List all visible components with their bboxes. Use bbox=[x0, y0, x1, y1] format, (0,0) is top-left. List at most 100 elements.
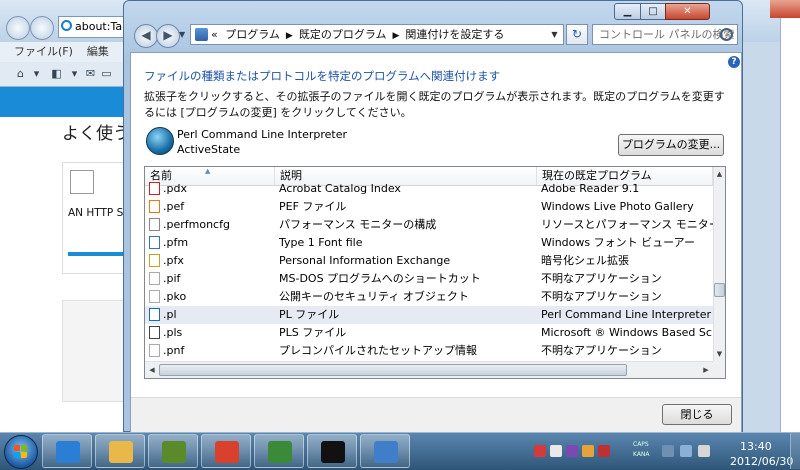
scroll-up-icon[interactable]: ▲ bbox=[714, 168, 725, 180]
tray-app-icon[interactable] bbox=[566, 445, 578, 457]
row-description: PEF ファイル bbox=[279, 200, 347, 213]
clock-date[interactable]: 2012/06/30 bbox=[730, 455, 793, 468]
help-icon[interactable]: ? bbox=[728, 56, 740, 68]
list-item[interactable]: .pl PL ファイル Perl Command Line Interpreter bbox=[145, 306, 713, 324]
list-item[interactable]: .pif MS-DOS プログラムへのショートカット 不明なアプリケーション bbox=[145, 270, 713, 288]
row-extension: .pfx bbox=[163, 254, 184, 267]
close-window-button[interactable]: ✕ bbox=[665, 3, 710, 20]
row-description: Acrobat Catalog Index bbox=[279, 182, 401, 195]
volume-icon[interactable] bbox=[680, 445, 692, 457]
breadcrumb-item-set-associations[interactable]: 関連付けを設定する bbox=[405, 28, 504, 41]
home-icon[interactable]: ⌂ bbox=[14, 67, 27, 80]
taskbar-item-messenger[interactable] bbox=[254, 434, 304, 468]
list-item[interactable]: .pef PEF ファイル Windows Live Photo Gallery bbox=[145, 198, 713, 216]
show-desktop-button[interactable] bbox=[790, 433, 800, 469]
print-icon[interactable]: ▭ bbox=[100, 67, 113, 80]
start-button[interactable] bbox=[4, 435, 38, 469]
breadcrumb-overflow[interactable]: « bbox=[211, 28, 218, 41]
current-program-vendor: ActiveState bbox=[177, 143, 241, 156]
recent-pages-chevron-icon[interactable]: ▼ bbox=[179, 30, 185, 39]
maximize-button[interactable]: □ bbox=[640, 3, 666, 20]
scrollbar-corner bbox=[713, 361, 725, 378]
row-current-program: Windows フォント ビューアー bbox=[541, 236, 695, 249]
change-program-button[interactable]: プログラムの変更... bbox=[618, 134, 724, 156]
address-bar[interactable]: « プログラム ▶ 既定のプログラム ▶ 関連付けを設定する bbox=[190, 24, 560, 45]
script-file-icon bbox=[149, 326, 160, 339]
taskbar-item-control-panel[interactable] bbox=[360, 434, 410, 468]
row-extension: .pfm bbox=[163, 236, 189, 249]
browser-close-button[interactable] bbox=[770, 0, 800, 18]
pdf-file-icon bbox=[149, 182, 160, 195]
list-item[interactable]: .pfm Type 1 Font file Windows フォント ビューアー bbox=[145, 234, 713, 252]
row-description: パフォーマンス モニターの構成 bbox=[279, 218, 437, 231]
chrome-icon bbox=[215, 441, 239, 463]
row-extension: .perfmoncfg bbox=[163, 218, 230, 231]
menu-file[interactable]: ファイル(F) bbox=[14, 45, 73, 58]
mail-icon[interactable]: ✉ bbox=[84, 67, 97, 80]
refresh-icon[interactable]: ↻ bbox=[566, 24, 588, 45]
taskbar-item-internet-explorer[interactable] bbox=[42, 434, 92, 468]
tile-thumbnail bbox=[70, 170, 94, 194]
list-item[interactable]: .pnf プレコンパイルされたセットアップ情報 不明なアプリケーション bbox=[145, 342, 713, 360]
list-item[interactable]: .pko 公開キーのセキュリティ オブジェクト 不明なアプリケーション bbox=[145, 288, 713, 306]
control-panel-icon bbox=[195, 28, 208, 41]
feeds-icon[interactable]: ◧ bbox=[50, 67, 63, 80]
forward-button[interactable]: ▶ bbox=[156, 24, 180, 48]
taskbar-item-media-app[interactable] bbox=[148, 434, 198, 468]
page-title: ファイルの種類またはプロトコルを特定のプログラムへ関連付けます bbox=[144, 69, 501, 83]
list-item[interactable]: .pdx Acrobat Catalog Index Adobe Reader 9.… bbox=[145, 180, 713, 198]
close-button[interactable]: 閉じる bbox=[662, 404, 732, 425]
dropdown-arrow-icon[interactable]: ▾ bbox=[68, 67, 81, 80]
row-extension: .pls bbox=[163, 326, 183, 339]
minimize-button[interactable]: ▁ bbox=[614, 3, 641, 20]
row-description: 公開キーのセキュリティ オブジェクト bbox=[279, 290, 469, 303]
taskbar-item-command-prompt[interactable] bbox=[307, 434, 357, 468]
blank-file-icon bbox=[149, 290, 160, 303]
browser-menu-bar: ファイル(F)編集(E) bbox=[0, 42, 124, 78]
perl-program-icon bbox=[146, 127, 174, 155]
messenger-icon bbox=[268, 441, 292, 463]
tray-app-icon[interactable] bbox=[582, 445, 594, 457]
tray-app-icon[interactable] bbox=[534, 445, 546, 457]
search-icon[interactable] bbox=[720, 28, 733, 41]
windows-logo-icon bbox=[14, 445, 20, 451]
ime-icon[interactable] bbox=[550, 445, 562, 457]
row-description: Type 1 Font file bbox=[279, 236, 363, 249]
keyboard-status: CAPS KANA bbox=[633, 441, 650, 458]
row-description: PL ファイル bbox=[279, 308, 340, 321]
scroll-down-icon[interactable]: ▼ bbox=[714, 348, 725, 360]
row-extension: .pnf bbox=[163, 344, 185, 357]
chevron-right-icon[interactable]: ▶ bbox=[286, 31, 293, 41]
address-dropdown-icon[interactable]: ▼ bbox=[546, 24, 564, 45]
back-button[interactable]: ◀ bbox=[134, 24, 158, 48]
vertical-scroll-thumb[interactable] bbox=[714, 283, 725, 297]
association-list[interactable]: 名前 ▲ 説明 現在の既定プログラム .pdx Acrobat Catalog I… bbox=[144, 166, 726, 379]
list-item[interactable]: .pls PLS ファイル Microsoft ® Windows Based Sc… bbox=[145, 324, 713, 342]
file-explorer-icon bbox=[109, 441, 133, 463]
browser-back-button[interactable] bbox=[6, 16, 30, 40]
scroll-left-icon[interactable]: ◀ bbox=[146, 364, 158, 376]
scroll-right-icon[interactable]: ▶ bbox=[700, 364, 712, 376]
browser-forward-button[interactable] bbox=[30, 16, 54, 40]
row-description: Personal Information Exchange bbox=[279, 254, 451, 267]
taskbar-item-chrome[interactable] bbox=[201, 434, 251, 468]
certificate-file-icon bbox=[149, 254, 160, 267]
browser-command-bar: ⌂ ▾ ◧ ▾ ✉ ▭ bbox=[0, 62, 124, 87]
network-icon[interactable] bbox=[662, 445, 674, 457]
breadcrumb-item-default-programs[interactable]: 既定のプログラム bbox=[299, 28, 387, 41]
dropdown-arrow-icon[interactable]: ▾ bbox=[30, 67, 43, 80]
row-current-program: 不明なアプリケーション bbox=[541, 272, 662, 285]
chevron-right-icon[interactable]: ▶ bbox=[393, 31, 400, 41]
horizontal-scroll-thumb[interactable] bbox=[159, 364, 627, 376]
list-item[interactable]: .perfmoncfg パフォーマンス モニターの構成 リソースとパフォーマンス モ… bbox=[145, 216, 713, 234]
list-item[interactable]: .pfx Personal Information Exchange 暗号化シェル拡… bbox=[145, 252, 713, 270]
tray-app-icon[interactable] bbox=[598, 445, 610, 457]
search-input[interactable]: コントロール パネルの検索 bbox=[592, 24, 738, 45]
action-center-icon[interactable] bbox=[698, 445, 710, 457]
taskbar-item-file-explorer[interactable] bbox=[95, 434, 145, 468]
breadcrumb-item-programs[interactable]: プログラム bbox=[225, 28, 280, 41]
tile-label: AN HTTP S Options bbox=[68, 207, 128, 219]
vertical-scrollbar[interactable] bbox=[713, 167, 725, 361]
clock-time[interactable]: 13:40 bbox=[740, 440, 772, 453]
sort-ascending-icon: ▲ bbox=[205, 167, 211, 175]
